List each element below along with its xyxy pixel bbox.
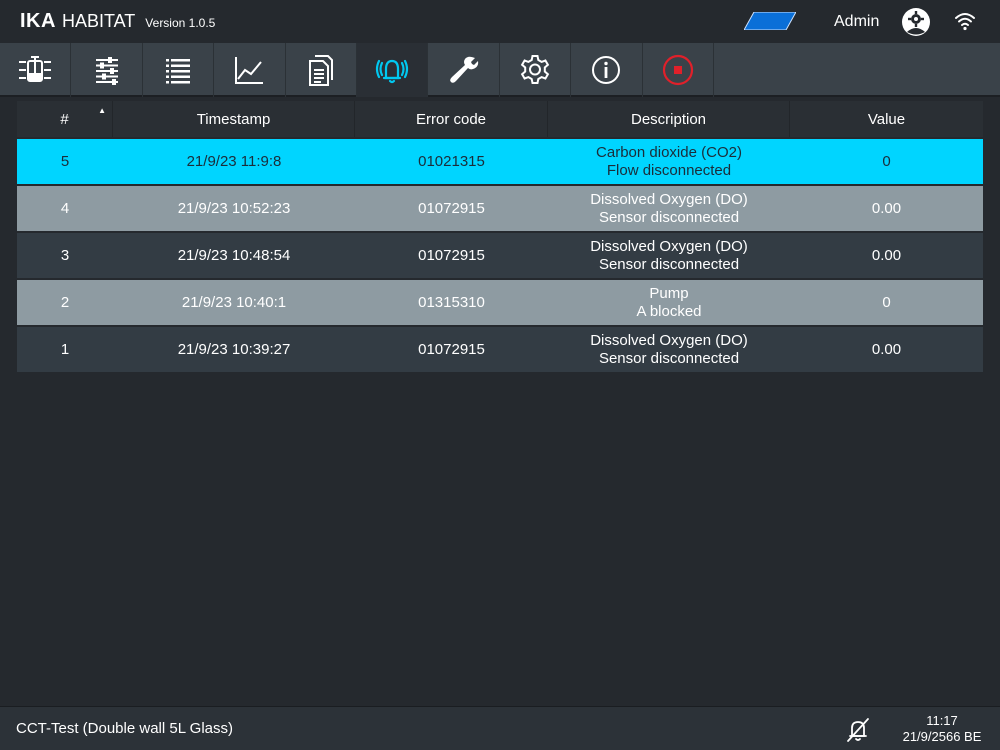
info-icon [592, 56, 621, 84]
description-line-2: A blocked [636, 302, 702, 320]
bell-off-icon[interactable] [845, 717, 871, 743]
device-name: CCT-Test (Double wall 5L Glass) [16, 720, 234, 737]
user-avatar-icon[interactable] [901, 7, 931, 37]
cell-description: Dissolved Oxygen (DO) Sensor disconnecte… [548, 327, 790, 372]
status-bar: CCT-Test (Double wall 5L Glass) 11:17 21… [0, 706, 1000, 750]
cell-timestamp: 21/9/23 10:48:54 [177, 246, 291, 264]
cell-number: 3 [60, 246, 70, 264]
nav-alarms[interactable] [356, 43, 429, 97]
nav-chart[interactable] [214, 43, 286, 97]
sliders-icon [95, 57, 118, 85]
nav-list[interactable] [143, 43, 215, 97]
cell-timestamp: 21/9/23 10:39:27 [177, 340, 291, 358]
version-label: Version 1.0.5 [145, 16, 216, 30]
cell-value: 0.00 [871, 340, 902, 358]
column-header-error-code[interactable]: Error code [355, 101, 548, 137]
documents-icon [308, 55, 333, 86]
cell-error-code: 01072915 [418, 199, 485, 217]
table-row[interactable]: 5 21/9/23 11:9:8 01021315 Carbon dioxide… [17, 139, 983, 184]
clock-date: 21/9/2566 BE [902, 729, 982, 744]
column-header-timestamp[interactable]: Timestamp [113, 101, 355, 137]
list-icon [165, 59, 190, 84]
column-header-number[interactable]: # ▲ [17, 101, 113, 137]
cell-description: Carbon dioxide (CO2) Flow disconnected [548, 139, 790, 184]
nav-info[interactable] [571, 43, 643, 97]
cell-timestamp: 21/9/23 11:9:8 [186, 152, 282, 170]
description-line-1: Pump [649, 284, 689, 302]
brand-logo: IKA [20, 10, 56, 32]
product-name: HABITAT [61, 11, 136, 31]
gear-icon [520, 55, 550, 84]
cell-description: Dissolved Oxygen (DO) Sensor disconnecte… [548, 233, 790, 278]
description-line-1: Carbon dioxide (CO2) [596, 143, 742, 161]
description-line-2: Sensor disconnected [598, 349, 740, 367]
cell-value: 0.00 [871, 246, 902, 264]
cell-timestamp: 21/9/23 10:40:1 [181, 293, 287, 311]
nav-service[interactable] [428, 43, 500, 97]
sort-ascending-icon: ▲ [98, 106, 106, 115]
table-row[interactable]: 1 21/9/23 10:39:27 01072915 Dissolved Ox… [17, 327, 983, 372]
cell-description: Pump A blocked [548, 280, 790, 325]
alarm-bell-icon [376, 59, 409, 84]
user-name[interactable]: Admin [834, 13, 879, 31]
wrench-icon [449, 56, 478, 83]
description-line-1: Dissolved Oxygen (DO) [590, 331, 748, 349]
description-line-2: Flow disconnected [606, 161, 732, 179]
brand: IKA HABITAT Version 1.0.5 [20, 10, 215, 33]
nav-bioreactor[interactable] [0, 43, 72, 97]
cell-description: Dissolved Oxygen (DO) Sensor disconnecte… [548, 186, 790, 231]
stop-icon [662, 54, 693, 86]
table-row[interactable]: 4 21/9/23 10:52:23 01072915 Dissolved Ox… [17, 186, 983, 231]
cell-error-code: 01021315 [418, 152, 485, 170]
cell-number: 2 [60, 293, 70, 311]
nav-settings[interactable] [500, 43, 572, 97]
bioreactor-icon [19, 56, 52, 82]
table-header: # ▲ Timestamp Error code Description Val… [17, 101, 983, 137]
cell-error-code: 01315310 [418, 293, 485, 311]
column-header-description[interactable]: Description [548, 101, 790, 137]
top-bar: IKA HABITAT Version 1.0.5 Admin [0, 0, 1000, 43]
nav-documents[interactable] [286, 43, 357, 97]
table-row[interactable]: 2 21/9/23 10:40:1 01315310 Pump A blocke… [17, 280, 983, 325]
cell-timestamp: 21/9/23 10:52:23 [177, 199, 291, 217]
wifi-icon [955, 13, 975, 31]
chart-icon [235, 57, 264, 84]
cell-value: 0 [882, 152, 891, 170]
cell-error-code: 01072915 [418, 246, 485, 264]
description-line-1: Dissolved Oxygen (DO) [590, 190, 748, 208]
description-line-2: Sensor disconnected [598, 255, 740, 273]
column-header-value[interactable]: Value [790, 101, 983, 137]
cell-number: 1 [60, 340, 70, 358]
alarm-table: # ▲ Timestamp Error code Description Val… [17, 101, 983, 372]
description-line-1: Dissolved Oxygen (DO) [590, 237, 748, 255]
cell-value: 0 [882, 293, 891, 311]
clock-time: 11:17 [926, 713, 958, 728]
table-row[interactable]: 3 21/9/23 10:48:54 01072915 Dissolved Ox… [17, 233, 983, 278]
description-line-2: Sensor disconnected [598, 208, 740, 226]
cell-error-code: 01072915 [418, 340, 485, 358]
cell-number: 5 [60, 152, 70, 170]
cell-number: 4 [60, 199, 70, 217]
nav-parameters[interactable] [71, 43, 143, 97]
nav-stop[interactable] [643, 43, 714, 97]
device-status-icon[interactable] [744, 12, 796, 30]
cell-value: 0.00 [871, 199, 902, 217]
main-nav [0, 43, 1000, 97]
